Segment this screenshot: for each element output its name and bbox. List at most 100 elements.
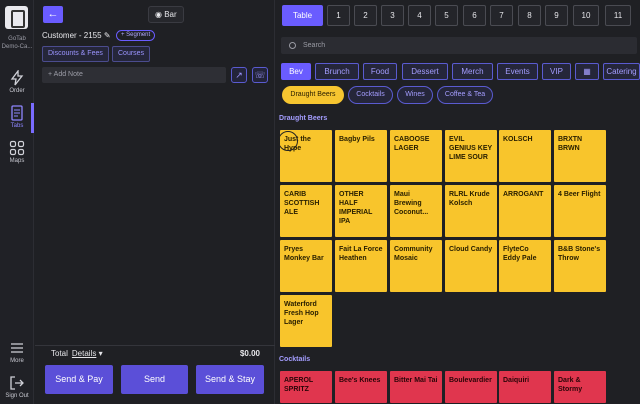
search-icon — [289, 42, 296, 49]
menu-item[interactable]: Fait La Force Heathen — [335, 240, 387, 292]
menu-panel: Table 1 2 3 4 5 6 7 8 9 10 11 Search Bev… — [276, 0, 640, 404]
send-stay-button[interactable]: Send & Stay — [196, 365, 264, 394]
nav-tabs-label: Tabs — [10, 123, 24, 129]
menu-item[interactable]: APEROL SPRITZ — [280, 371, 332, 403]
order-panel: ← ◉ Bar Customer - 2155 ✎ + Segment Disc… — [35, 0, 275, 404]
discounts-fees-button[interactable]: Discounts & Fees — [42, 46, 109, 62]
menu-item[interactable]: Boulevardier — [445, 371, 497, 403]
location-selector[interactable]: ◉ Bar — [148, 6, 184, 23]
nav-tabs[interactable]: Tabs — [0, 105, 34, 129]
menu-item[interactable]: Dark & Stormy — [554, 371, 606, 403]
subcategory-cocktails[interactable]: Cocktails — [348, 86, 393, 104]
hamburger-icon — [11, 343, 23, 353]
menu-item[interactable]: Daiquiri — [499, 371, 551, 403]
phone-icon[interactable]: ☏ — [252, 67, 268, 83]
menu-item[interactable]: Cloud Candy — [445, 240, 497, 292]
menu-item[interactable]: CABOOSE LAGER — [390, 130, 442, 182]
total-value: $0.00 — [239, 349, 260, 358]
category-bev[interactable]: Bev — [281, 63, 311, 80]
category-food[interactable]: Food — [363, 63, 397, 80]
send-pay-button[interactable]: Send & Pay — [45, 365, 113, 394]
nav-order[interactable]: Order — [0, 70, 34, 94]
back-button[interactable]: ← — [43, 6, 63, 23]
menu-item[interactable]: Bagby Pils — [335, 130, 387, 182]
menu-item[interactable]: EVIL GENIUS KEY LIME SOUR — [445, 130, 497, 182]
nav-more[interactable]: More — [0, 340, 34, 364]
org-logo[interactable] — [5, 6, 28, 29]
search-input[interactable]: Search — [281, 37, 637, 54]
category-merch[interactable]: Merch — [452, 63, 493, 80]
category-brunch[interactable]: Brunch — [315, 63, 359, 80]
total-label: Total — [51, 349, 68, 358]
menu-item[interactable]: Community Mosaic — [390, 240, 442, 292]
category-dessert[interactable]: Dessert — [402, 63, 448, 80]
menu-item[interactable]: Bee's Knees — [335, 371, 387, 403]
menu-item[interactable]: OTHER HALF IMPERIAL IPA — [335, 185, 387, 237]
menu-item[interactable]: ARROGANT — [499, 185, 551, 237]
org-name: GoTab Demo-Ca... — [1, 36, 33, 50]
left-rail: GoTab Demo-Ca... Order Tabs Maps More Si… — [0, 0, 34, 404]
nav-order-label: Order — [9, 88, 25, 94]
nav-maps[interactable]: Maps — [0, 140, 34, 164]
total-divider — [35, 345, 275, 346]
location-pin-icon: ◉ — [155, 10, 162, 19]
table-8[interactable]: 8 — [518, 5, 541, 26]
table-tab[interactable]: Table — [282, 5, 323, 26]
table-2[interactable]: 2 — [354, 5, 377, 26]
table-3[interactable]: 3 — [381, 5, 404, 26]
subcategory-draught-beers[interactable]: Draught Beers — [282, 86, 344, 104]
arrow-left-icon: ← — [47, 8, 59, 20]
add-note-label: Add Note — [53, 71, 83, 78]
pencil-icon[interactable]: ✎ — [104, 31, 111, 40]
table-5[interactable]: 5 — [435, 5, 458, 26]
category-events[interactable]: Events — [497, 63, 538, 80]
table-10[interactable]: 10 — [573, 5, 599, 26]
chevron-down-icon[interactable]: ▾ — [99, 349, 103, 358]
category-icon-tab[interactable]: ▦ — [575, 63, 599, 80]
sign-out-icon — [10, 376, 24, 390]
segment-button[interactable]: + Segment — [116, 30, 156, 41]
nav-sign-out-label: Sign Out — [5, 393, 29, 399]
table-4[interactable]: 4 — [408, 5, 431, 26]
grid-icon — [9, 140, 25, 156]
subcategory-coffee-tea[interactable]: Coffee & Tea — [437, 86, 493, 104]
menu-item[interactable]: Bitter Mai Tai — [390, 371, 442, 403]
category-catering[interactable]: Catering — [603, 63, 640, 80]
customer-label: Customer - 2155 — [42, 31, 102, 40]
section-cocktails: Cocktails — [279, 356, 311, 363]
menu-item[interactable]: RLRL Krude Kolsch — [445, 185, 497, 237]
menu-item[interactable]: CARIB SCOTTISH ALE — [280, 185, 332, 237]
lightning-icon — [10, 70, 24, 86]
total-row: Total Details ▾ — [51, 349, 103, 358]
details-link[interactable]: Details — [72, 349, 96, 358]
pos-app: GoTab Demo-Ca... Order Tabs Maps More Si… — [0, 0, 640, 404]
run-icon[interactable]: ↗ — [231, 67, 247, 83]
table-6[interactable]: 6 — [463, 5, 486, 26]
menu-item[interactable]: Maui Brewing Coconut... — [390, 185, 442, 237]
table-1[interactable]: 1 — [327, 5, 350, 26]
menu-item[interactable]: B&B Stone's Throw — [554, 240, 606, 292]
menu-item[interactable]: KOLSCH — [499, 130, 551, 182]
menu-item[interactable]: BRXTN BRWN — [554, 130, 606, 182]
nav-maps-label: Maps — [9, 158, 25, 164]
nav-sign-out[interactable]: Sign Out — [0, 375, 34, 399]
menu-item[interactable]: 4 Beer Flight — [554, 185, 606, 237]
table-7[interactable]: 7 — [490, 5, 513, 26]
nav-more-label: More — [10, 358, 24, 364]
calendar-icon: ▦ — [583, 67, 591, 76]
receipt-icon — [11, 105, 23, 121]
section-draught-beers: Draught Beers — [279, 115, 328, 122]
menu-item[interactable]: Pryes Monkey Bar — [280, 240, 332, 292]
customer-name[interactable]: Customer - 2155 ✎ — [42, 31, 111, 40]
table-11[interactable]: 11 — [605, 5, 631, 26]
category-vip[interactable]: VIP — [542, 63, 571, 80]
menu-item[interactable]: FlyteCo Eddy Pale — [499, 240, 551, 292]
add-note-field[interactable]: + Add Note — [42, 67, 226, 83]
touch-cursor — [278, 131, 298, 151]
subcategory-wines[interactable]: Wines — [397, 86, 433, 104]
menu-item[interactable]: Waterford Fresh Hop Lager — [280, 295, 332, 347]
courses-button[interactable]: Courses — [112, 46, 151, 62]
location-label: Bar — [164, 10, 177, 19]
send-button[interactable]: Send — [121, 365, 188, 394]
table-9[interactable]: 9 — [545, 5, 568, 26]
